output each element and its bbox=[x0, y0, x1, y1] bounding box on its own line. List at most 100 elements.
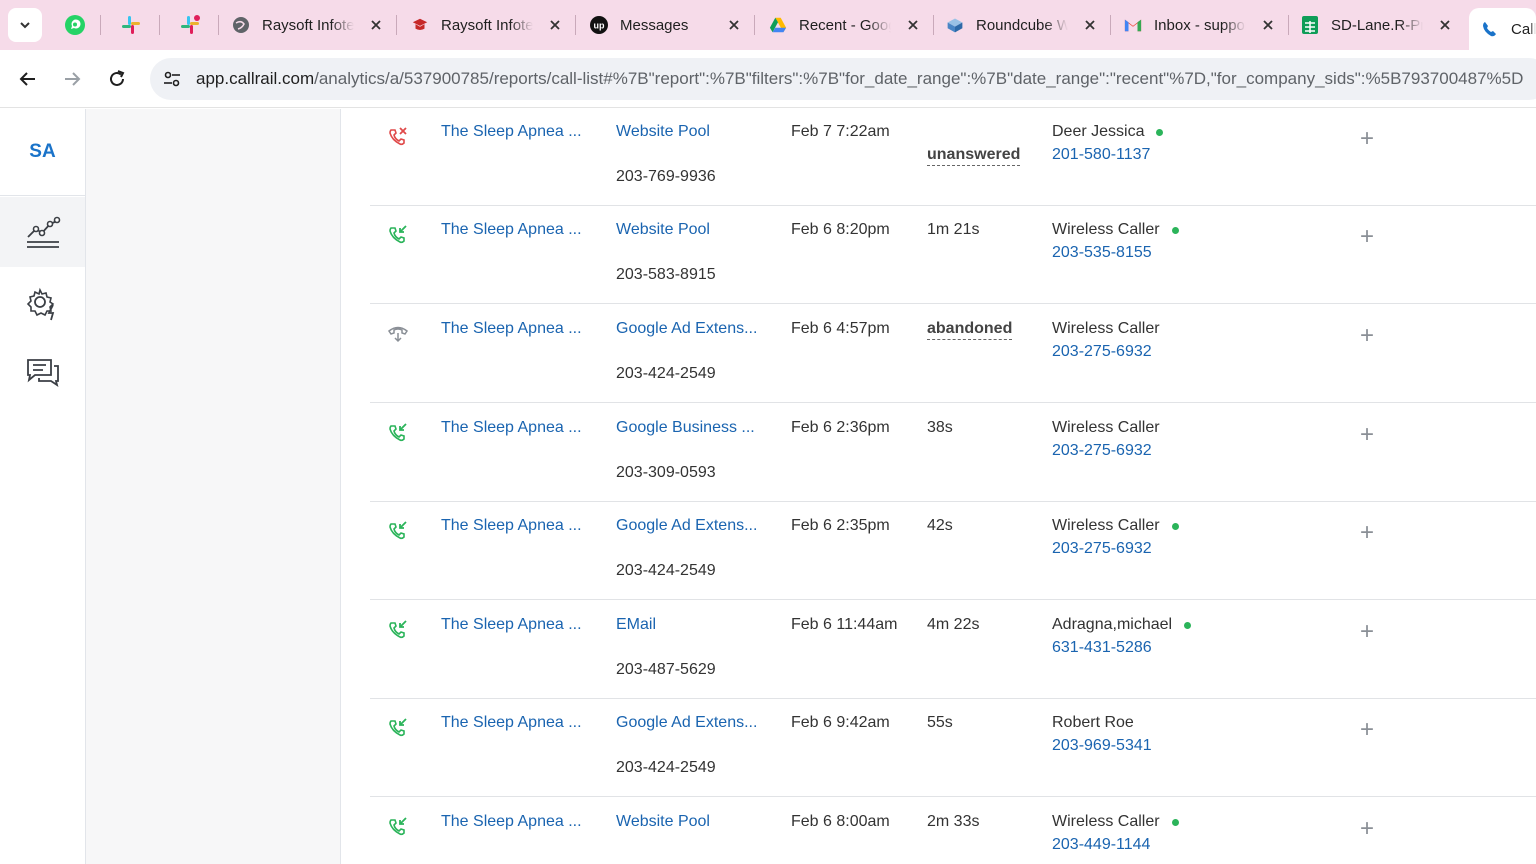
add-button[interactable]: + bbox=[1358, 815, 1376, 842]
close-icon[interactable] bbox=[1437, 17, 1453, 33]
online-status-dot bbox=[1184, 621, 1192, 629]
site-info-icon[interactable] bbox=[160, 68, 184, 90]
nav-analytics[interactable] bbox=[0, 197, 85, 267]
browser-tab-active[interactable]: Call bbox=[1469, 8, 1536, 50]
slack-icon[interactable] bbox=[118, 12, 144, 38]
tab-search-button[interactable] bbox=[8, 8, 42, 42]
back-button[interactable] bbox=[13, 64, 43, 94]
caller-name: Adragna,michael bbox=[1052, 616, 1192, 634]
add-button[interactable]: + bbox=[1358, 223, 1376, 250]
online-status-dot bbox=[1171, 818, 1179, 826]
browser-tab[interactable]: Recent - Google Drive bbox=[769, 8, 921, 42]
call-row[interactable]: The Sleep Apnea ... Website Pool 203-583… bbox=[370, 206, 1536, 304]
call-row[interactable]: The Sleep Apnea ... Google Ad Extens... … bbox=[370, 502, 1536, 600]
call-row[interactable]: The Sleep Apnea ... Website Pool Feb 6 8… bbox=[370, 798, 1536, 864]
slack-icon[interactable] bbox=[177, 12, 203, 38]
tab-title: Messages bbox=[620, 16, 689, 34]
nav-settings[interactable] bbox=[0, 269, 85, 339]
call-datetime: Feb 6 8:20pm bbox=[791, 221, 890, 238]
answered-call-icon bbox=[389, 521, 407, 540]
callrail-icon bbox=[1481, 20, 1499, 38]
browser-tab[interactable]: Roundcube Webmail bbox=[946, 8, 1098, 42]
add-button[interactable]: + bbox=[1358, 618, 1376, 645]
company-link[interactable]: The Sleep Apnea ... bbox=[441, 517, 582, 535]
add-button[interactable]: + bbox=[1358, 421, 1376, 448]
tab-title: Recent - Google Drive bbox=[799, 16, 891, 34]
company-link[interactable]: The Sleep Apnea ... bbox=[441, 123, 582, 141]
account-logo[interactable]: SA bbox=[0, 109, 85, 196]
caller-phone-link[interactable]: 203-449-1144 bbox=[1052, 836, 1150, 854]
close-icon[interactable] bbox=[1082, 17, 1098, 33]
company-link[interactable]: The Sleep Apnea ... bbox=[441, 616, 582, 634]
source-link[interactable]: Website Pool bbox=[616, 123, 762, 141]
source-link[interactable]: Website Pool bbox=[616, 221, 762, 239]
caller-phone-link[interactable]: 203-275-6932 bbox=[1052, 540, 1152, 558]
tab-title: Roundcube Webmail bbox=[976, 16, 1068, 34]
caller-phone-link[interactable]: 201-580-1137 bbox=[1052, 146, 1150, 164]
call-duration: 38s bbox=[927, 419, 953, 436]
call-row[interactable]: The Sleep Apnea ... EMail 203-487-5629 F… bbox=[370, 601, 1536, 699]
gmail-icon bbox=[1124, 16, 1142, 34]
source-link[interactable]: Google Ad Extens... bbox=[616, 517, 762, 535]
company-link[interactable]: The Sleep Apnea ... bbox=[441, 221, 582, 239]
chevron-down-icon bbox=[20, 22, 30, 29]
company-link[interactable]: The Sleep Apnea ... bbox=[441, 320, 582, 338]
add-button[interactable]: + bbox=[1358, 519, 1376, 546]
close-icon[interactable] bbox=[368, 17, 384, 33]
url-path: /analytics/a/537900785/reports/call-list… bbox=[314, 69, 1524, 88]
add-button[interactable]: + bbox=[1358, 716, 1376, 743]
reload-button[interactable] bbox=[102, 64, 132, 94]
call-duration: 42s bbox=[927, 517, 953, 534]
browser-tab[interactable]: SD-Lane.R-Pro bbox=[1301, 8, 1453, 42]
browser-tab[interactable]: Raysoft Infotech bbox=[232, 8, 384, 42]
source-link[interactable]: EMail bbox=[616, 616, 762, 634]
caller-phone-link[interactable]: 631-431-5286 bbox=[1052, 639, 1152, 657]
browser-tab[interactable]: Raysoft Infotech bbox=[411, 8, 563, 42]
answered-call-icon bbox=[389, 423, 407, 442]
tab-divider bbox=[218, 15, 219, 35]
address-bar[interactable]: app.callrail.com/analytics/a/537900785/r… bbox=[150, 58, 1536, 100]
forward-button[interactable] bbox=[57, 64, 87, 94]
source-link[interactable]: Google Ad Extens... bbox=[616, 714, 762, 732]
call-row[interactable]: The Sleep Apnea ... Website Pool 203-769… bbox=[370, 109, 1536, 206]
call-duration: 55s bbox=[927, 714, 953, 731]
tab-divider bbox=[575, 15, 576, 35]
caller-phone-link[interactable]: 203-275-6932 bbox=[1052, 343, 1152, 361]
close-icon[interactable] bbox=[1260, 17, 1276, 33]
browser-tab[interactable]: up Messages bbox=[590, 8, 742, 42]
call-duration: 2m 33s bbox=[927, 813, 980, 830]
call-list: The Sleep Apnea ... Website Pool 203-769… bbox=[341, 109, 1536, 864]
answered-call-icon bbox=[389, 620, 407, 639]
source-link[interactable]: Google Business ... bbox=[616, 419, 762, 437]
google-sheets-icon bbox=[1301, 16, 1319, 34]
nav-conversations[interactable] bbox=[0, 338, 85, 408]
caller-phone-link[interactable]: 203-535-8155 bbox=[1052, 244, 1152, 262]
add-button[interactable]: + bbox=[1358, 125, 1376, 152]
call-row[interactable]: The Sleep Apnea ... Google Ad Extens... … bbox=[370, 305, 1536, 403]
filter-panel bbox=[86, 109, 341, 864]
close-icon[interactable] bbox=[905, 17, 921, 33]
company-link[interactable]: The Sleep Apnea ... bbox=[441, 419, 582, 437]
close-icon[interactable] bbox=[547, 17, 563, 33]
browser-toolbar: app.callrail.com/analytics/a/537900785/r… bbox=[0, 50, 1536, 108]
source-link[interactable]: Google Ad Extens... bbox=[616, 320, 762, 338]
call-row[interactable]: The Sleep Apnea ... Google Ad Extens... … bbox=[370, 699, 1536, 797]
url-host: app.callrail.com bbox=[196, 69, 315, 88]
caller-phone-link[interactable]: 203-969-5341 bbox=[1052, 737, 1152, 755]
settings-icon bbox=[26, 287, 54, 321]
messages-icon bbox=[26, 359, 59, 388]
tracking-number: 203-424-2549 bbox=[616, 365, 716, 382]
close-icon[interactable] bbox=[726, 17, 742, 33]
company-link[interactable]: The Sleep Apnea ... bbox=[441, 813, 582, 831]
caller-name-text: Wireless Caller bbox=[1052, 320, 1160, 337]
whatsapp-icon[interactable] bbox=[62, 12, 88, 38]
caller-phone-link[interactable]: 203-275-6932 bbox=[1052, 442, 1152, 460]
add-button[interactable]: + bbox=[1358, 322, 1376, 349]
call-status-label[interactable]: abandoned bbox=[927, 320, 1013, 340]
google-drive-icon bbox=[769, 16, 787, 34]
browser-tab[interactable]: Inbox - support bbox=[1124, 8, 1276, 42]
call-status-label[interactable]: unanswered bbox=[927, 146, 1021, 166]
call-row[interactable]: The Sleep Apnea ... Google Business ... … bbox=[370, 404, 1536, 502]
company-link[interactable]: The Sleep Apnea ... bbox=[441, 714, 582, 732]
source-link[interactable]: Website Pool bbox=[616, 813, 762, 831]
